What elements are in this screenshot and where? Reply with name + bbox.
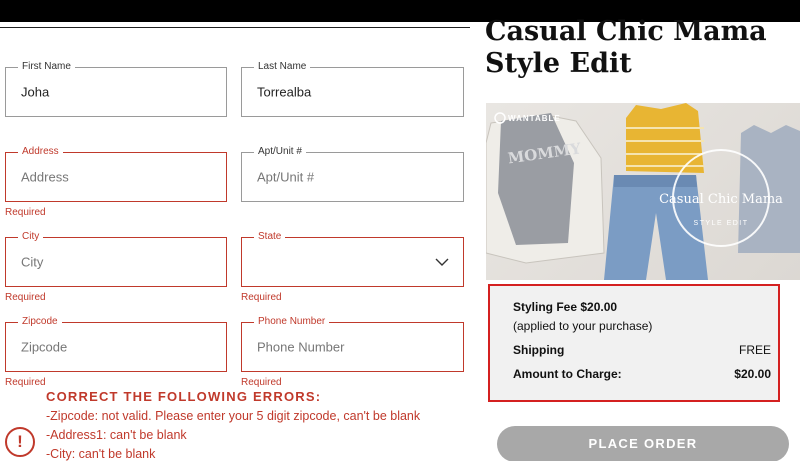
city-placeholder: City (21, 254, 44, 270)
phone-label: Phone Number (254, 316, 330, 328)
city-error: Required (5, 292, 46, 303)
shipping-value: FREE (738, 343, 771, 357)
address-placeholder: Address (21, 169, 69, 185)
last-name-label: Last Name (254, 61, 311, 73)
error-line: -City: can't be blank (46, 447, 156, 461)
styling-fee: Styling Fee $20.00 (513, 300, 618, 314)
brand-logo: WANTABLE (508, 114, 561, 123)
apt-unit-field[interactable]: Apt/Unit # Apt/Unit # (241, 146, 464, 202)
apt-unit-placeholder: Apt/Unit # (257, 169, 315, 185)
styling-fee-note: (applied to your purchase) (513, 319, 653, 333)
city-field[interactable]: City City (5, 231, 227, 287)
product-illustration: MOMMY Casual Chic Mama STYLE EDIT WANTAB… (486, 103, 800, 280)
stamp-text: Casual Chic Mama (659, 192, 783, 207)
divider (0, 27, 470, 28)
zipcode-error: Required (5, 377, 46, 388)
charge-value: $20.00 (734, 367, 771, 381)
last-name-field[interactable]: Last Name Torrealba (241, 61, 464, 117)
errors-title: CORRECT THE FOLLOWING ERRORS: (46, 389, 322, 404)
charge-label: Amount to Charge: (513, 367, 622, 381)
address-error: Required (5, 207, 46, 218)
apt-unit-label: Apt/Unit # (254, 146, 306, 158)
zipcode-field[interactable]: Zipcode Zipcode (5, 316, 227, 372)
address-field[interactable]: Address Address (5, 146, 227, 202)
chevron-down-icon (435, 258, 449, 266)
first-name-field[interactable]: First Name Joha (5, 61, 227, 117)
error-line: -Zipcode: not valid. Please enter your 5… (46, 409, 421, 423)
phone-field[interactable]: Phone Number Phone Number (241, 316, 464, 372)
error-line: -Address1: can't be blank (46, 428, 187, 442)
error-alert-icon: ! (5, 427, 35, 457)
first-name-value: Joha (21, 84, 50, 100)
stamp-subtext: STYLE EDIT (693, 220, 748, 227)
address-label: Address (18, 146, 63, 158)
order-summary-panel: Casual Chic Mama Style Edit MOMMY Casual… (485, 16, 800, 461)
state-error: Required (241, 292, 282, 303)
state-select[interactable]: State (241, 231, 464, 287)
zipcode-placeholder: Zipcode (21, 339, 68, 355)
phone-placeholder: Phone Number (257, 339, 345, 355)
city-label: City (18, 231, 44, 243)
place-order-button[interactable]: PLACE ORDER (497, 426, 789, 461)
zipcode-label: Zipcode (18, 316, 62, 328)
product-image: MOMMY Casual Chic Mama STYLE EDIT WANTAB… (486, 103, 800, 280)
product-title-line2: Style Edit (485, 48, 632, 79)
last-name-value: Torrealba (257, 84, 312, 100)
shipping-label: Shipping (513, 343, 565, 357)
product-title-line1: Casual Chic Mama (485, 16, 767, 47)
order-summary-box: Styling Fee $20.00 (applied to your purc… (488, 284, 780, 402)
state-label: State (254, 231, 286, 243)
phone-error: Required (241, 377, 282, 388)
product-title: Casual Chic Mama Style Edit (485, 16, 800, 80)
first-name-label: First Name (18, 61, 75, 73)
shipping-form: First Name Joha Last Name Torrealba Addr… (0, 22, 470, 461)
